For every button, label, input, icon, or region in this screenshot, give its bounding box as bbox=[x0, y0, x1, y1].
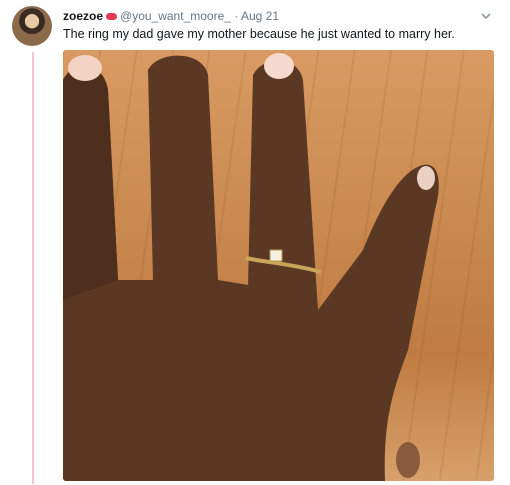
avatar[interactable] bbox=[12, 6, 52, 46]
separator: · bbox=[234, 9, 239, 23]
tweet-text: The ring my dad gave my mother because h… bbox=[63, 27, 455, 41]
thread-line bbox=[32, 52, 34, 484]
tweet-photo[interactable] bbox=[63, 50, 494, 481]
tweet-date[interactable]: Aug 21 bbox=[241, 9, 279, 23]
tweet-header: zoezoe @you_want_moore_ · Aug 21 bbox=[63, 9, 279, 23]
hand-illustration bbox=[63, 53, 439, 481]
user-handle[interactable]: @you_want_moore_ bbox=[120, 9, 231, 23]
display-name[interactable]: zoezoe bbox=[63, 9, 103, 23]
lips-emoji-icon bbox=[106, 13, 118, 21]
chevron-down-icon[interactable] bbox=[480, 10, 492, 22]
